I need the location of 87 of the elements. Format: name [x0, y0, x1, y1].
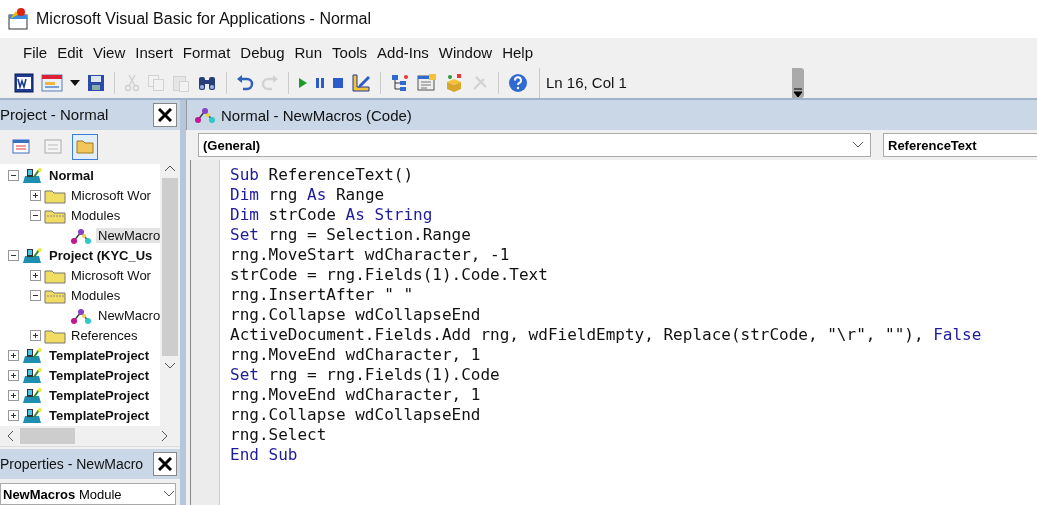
tree-item[interactable]: NewMacro	[96, 308, 160, 324]
expander-icon[interactable]	[30, 329, 41, 341]
project-icon	[22, 246, 44, 265]
panel-title: Project - Normal	[0, 106, 109, 124]
close-icon	[158, 107, 172, 122]
folder-icon	[44, 327, 66, 344]
overflow-icon[interactable]	[793, 87, 803, 98]
scroll-left-icon	[6, 430, 14, 443]
object-dropdown[interactable]: NewMacros Module	[0, 483, 176, 505]
object-dropdown[interactable]: (General)	[198, 133, 871, 157]
window-title: Microsoft Visual Basic for Applications - Normal	[36, 10, 371, 28]
window-title: Normal - NewMacros (Code)	[221, 106, 412, 124]
project-icon	[22, 346, 44, 365]
folder-icon	[44, 187, 66, 204]
folder-icon	[76, 138, 94, 156]
code-editor[interactable]: Sub ReferenceText() Dim rng As Range Dim strCode As String Set rng = Selection.Range rng.MoveStart wdCharacter, -1 strCode = rng.Fields(1).Code.Text rng.InsertAfter " " rng.Collapse wdCollapseEnd ActiveDocument.Fields.Add rng, wdFieldEmpty, Replace(strCode, "\r", ""), False rng.MoveEnd wdCharacter, 1 Set rng = rng.Fields(1).Code rng.MoveEnd wdCharacter, 1 rng.Collapse wdCollapseEnd rng.Select End Sub	[220, 160, 1037, 505]
menu-item[interactable]: Debug	[235, 41, 290, 64]
menu-item[interactable]: Tools	[327, 41, 373, 64]
menu-item[interactable]: Format	[177, 41, 236, 64]
expander-icon[interactable]	[30, 289, 41, 301]
menu-item[interactable]: Window	[433, 41, 498, 64]
form-view-icon	[44, 138, 62, 156]
project-icon	[22, 366, 44, 385]
play-icon[interactable]	[298, 76, 308, 89]
menu-item[interactable]: Run	[289, 41, 328, 64]
caret-icon[interactable]	[70, 79, 80, 86]
project-icon	[22, 386, 44, 405]
tree-item[interactable]: Microsoft Wor	[69, 268, 153, 284]
stop-icon[interactable]	[332, 76, 344, 89]
panel-title: Properties - NewMacro	[0, 456, 144, 473]
project-icon	[22, 166, 44, 185]
project-tree-icon[interactable]	[390, 72, 410, 93]
code-view-icon	[12, 138, 30, 156]
toolbar-button[interactable]	[72, 133, 98, 160]
tree-item[interactable]: Normal	[47, 168, 96, 184]
expander-icon[interactable]	[30, 269, 41, 281]
scroll-right-icon	[161, 430, 169, 443]
close-button[interactable]	[153, 102, 177, 127]
tree-item[interactable]: TemplateProject	[47, 408, 152, 424]
tree-item[interactable]: NewMacro	[96, 228, 160, 244]
app-icon	[8, 7, 30, 31]
expander-icon[interactable]	[30, 189, 41, 201]
expander-icon[interactable]	[8, 389, 19, 401]
expander-icon[interactable]	[8, 349, 19, 361]
scrollbar[interactable]	[0, 426, 180, 448]
chevron-icon	[852, 141, 864, 149]
tree-item[interactable]: Microsoft Wor	[69, 188, 153, 204]
chevron-icon	[163, 490, 175, 499]
scroll-up-icon	[164, 163, 176, 172]
close-icon	[158, 457, 172, 472]
expander-icon[interactable]	[30, 209, 41, 221]
project-icon	[22, 406, 44, 425]
ruler-pencil-icon[interactable]	[351, 72, 371, 93]
module-icon	[69, 306, 93, 325]
menu-item[interactable]: Edit	[52, 41, 89, 64]
scroll-down-icon	[164, 361, 176, 370]
save-icon[interactable]	[87, 73, 105, 92]
expander-icon[interactable]	[8, 249, 19, 261]
menu-item[interactable]: File	[18, 41, 53, 64]
undo-icon[interactable]	[236, 73, 254, 92]
tree-item[interactable]: References	[69, 328, 140, 344]
expander-icon[interactable]	[8, 409, 19, 421]
folder-icon	[44, 287, 66, 304]
module-icon	[69, 226, 93, 245]
form-icon[interactable]	[41, 72, 63, 93]
pause-icon[interactable]	[315, 76, 325, 89]
word-icon[interactable]	[14, 72, 34, 93]
expander-icon[interactable]	[8, 369, 19, 381]
tree-item[interactable]: Project (KYC_Us	[47, 248, 155, 264]
tree-item[interactable]: Modules	[69, 208, 123, 224]
procedure-dropdown[interactable]: ReferenceText	[883, 133, 1037, 157]
folder-icon	[44, 207, 66, 224]
tree-item[interactable]: Modules	[69, 288, 123, 304]
object-browser-icon[interactable]	[444, 72, 464, 93]
tree-item[interactable]: TemplateProject	[47, 388, 152, 404]
menu-item[interactable]: Insert	[130, 41, 178, 64]
tree-item[interactable]: TemplateProject	[47, 368, 152, 384]
close-button[interactable]	[153, 452, 177, 477]
module-icon	[193, 106, 217, 124]
help-icon[interactable]	[508, 72, 528, 93]
expander-icon[interactable]	[8, 169, 19, 181]
folder-icon	[44, 267, 66, 284]
menu-item[interactable]: Add-Ins	[372, 41, 434, 64]
menu-item[interactable]: Help	[497, 41, 538, 64]
properties-icon[interactable]	[417, 72, 437, 93]
tree-item[interactable]: TemplateProject	[47, 348, 152, 364]
menu-item[interactable]: View	[88, 41, 131, 64]
